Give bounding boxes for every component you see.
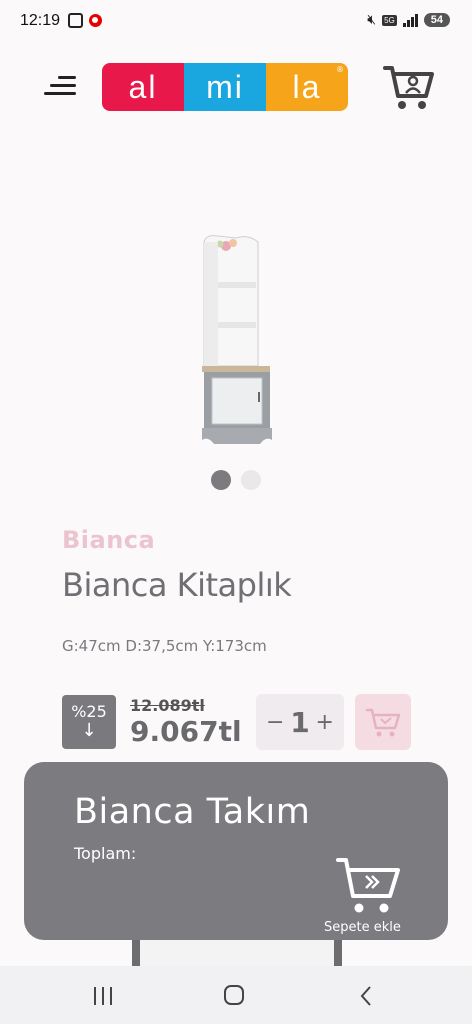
set-add-to-cart-label[interactable]: Sepete ekle	[324, 920, 401, 935]
header: al mi la ®	[0, 56, 472, 120]
arrow-down-icon: ↓	[81, 720, 97, 741]
battery-level: 54	[423, 13, 450, 27]
home-icon[interactable]	[222, 984, 250, 1008]
back-icon[interactable]	[356, 984, 384, 1008]
status-time: 12:19	[20, 12, 61, 29]
mute-icon: 🔇︎	[367, 12, 377, 28]
decrease-quantity-button[interactable]: −	[266, 710, 284, 735]
increase-quantity-button[interactable]: +	[316, 710, 334, 735]
carousel-dot-1[interactable]	[211, 470, 231, 490]
cart-icon	[365, 708, 401, 737]
image-carousel-dots	[211, 470, 261, 490]
set-total-label: Toplam:	[74, 844, 137, 863]
set-title: Bianca Takım	[74, 792, 311, 832]
product-brand[interactable]: Bianca	[62, 526, 155, 554]
cart-user-icon[interactable]	[382, 62, 434, 112]
almila-logo[interactable]: al mi la ®	[102, 63, 348, 111]
new-price: 9.067tl	[130, 715, 242, 748]
system-nav-bar	[0, 966, 472, 1024]
signal-icon	[402, 13, 418, 27]
add-to-cart-button[interactable]	[355, 694, 411, 750]
vodafone-icon	[89, 14, 102, 27]
product-dimensions: G:47cm D:37,5cm Y:173cm	[62, 637, 267, 655]
logo-segment-al: al	[102, 63, 184, 111]
quantity-stepper: − 1 +	[256, 694, 344, 750]
product-title: Bianca Kitaplık	[62, 566, 292, 604]
product-image[interactable]	[196, 232, 278, 450]
set-panel: Bianca Takım Toplam: Sepete ekle	[24, 762, 448, 940]
recent-apps-icon[interactable]	[90, 984, 118, 1008]
discount-percent: %25	[71, 702, 107, 721]
set-add-to-cart-icon[interactable]	[336, 856, 402, 916]
quantity-value[interactable]: 1	[290, 706, 309, 739]
network-type: 5G	[382, 14, 397, 26]
logo-segment-mi: mi	[184, 63, 266, 111]
status-bar: 12:19 🔇︎ 5G 54	[0, 0, 472, 44]
discount-badge: %25 ↓	[62, 695, 116, 749]
registered-mark: ®	[336, 65, 344, 74]
status-system-icons: 🔇︎ 5G 54	[367, 12, 450, 28]
menu-icon[interactable]	[44, 72, 76, 100]
carousel-dot-2[interactable]	[241, 470, 261, 490]
old-price: 12.089tl	[130, 696, 205, 715]
status-notification-icons	[68, 13, 102, 28]
screenshot-icon	[68, 13, 83, 28]
next-product-image[interactable]	[132, 940, 342, 966]
